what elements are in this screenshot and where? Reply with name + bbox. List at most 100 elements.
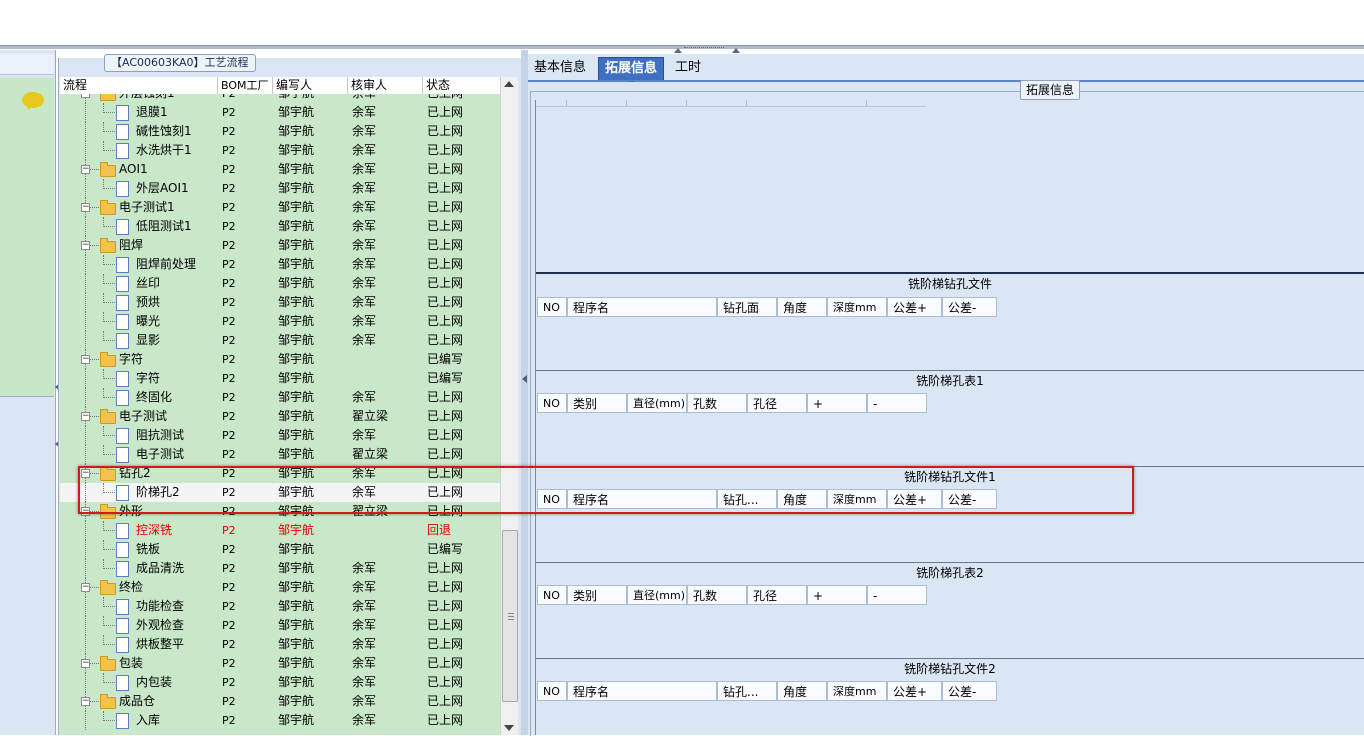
tree-node-folder[interactable]: − 包装 P2 邹宇航 余军 已上网: [60, 654, 500, 673]
grid-header-cell[interactable]: 直径(mm): [627, 585, 687, 605]
grid-header-cell[interactable]: 类别: [567, 585, 627, 605]
grid-header-cell[interactable]: 深度mm: [827, 681, 887, 701]
tree-node-leaf[interactable]: 功能检查 P2 邹宇航 余军 已上网: [60, 597, 500, 616]
col-bom[interactable]: BOM工厂: [217, 77, 271, 94]
document-icon: [116, 428, 129, 444]
grid-header-cell[interactable]: 直径(mm): [627, 393, 687, 413]
process-tree[interactable]: −外层蚀刻1P2邹宇航余军已上网退膜1P2邹宇航余军已上网碱性蚀刻1P2邹宇航余…: [60, 94, 500, 735]
node-writer: 邹宇航: [278, 181, 315, 195]
col-reviewer[interactable]: 核审人: [347, 77, 421, 94]
tab-extended-info[interactable]: 拓展信息: [598, 57, 665, 86]
collapse-node-icon[interactable]: −: [81, 203, 90, 212]
tree-node-leaf[interactable]: 阻抗测试 P2 邹宇航 余军 已上网: [60, 426, 500, 445]
grid-header-cell[interactable]: 孔数: [687, 585, 747, 605]
tree-scroll-thumb[interactable]: [502, 530, 518, 702]
collapse-node-icon[interactable]: −: [81, 94, 90, 98]
grid-header-cell[interactable]: 程序名: [567, 297, 717, 317]
collapse-node-icon[interactable]: −: [81, 165, 90, 174]
tree-node-leaf[interactable]: 预烘 P2 邹宇航 余军 已上网: [60, 293, 500, 312]
collapse-node-icon[interactable]: −: [81, 241, 90, 250]
tree-node-leaf[interactable]: 曝光 P2 邹宇航 余军 已上网: [60, 312, 500, 331]
tree-node-leaf[interactable]: 成品清洗 P2 邹宇航 余军 已上网: [60, 559, 500, 578]
grid-header-cell[interactable]: -: [867, 393, 927, 413]
tree-node-leaf[interactable]: 终固化 P2 邹宇航 余军 已上网: [60, 388, 500, 407]
grid-header-cell[interactable]: NO: [537, 585, 567, 605]
grid-header-cell[interactable]: 公差-: [942, 297, 997, 317]
grid-header-cell[interactable]: NO: [537, 393, 567, 413]
tree-node-leaf[interactable]: 铣板 P2 邹宇航 已编写: [60, 540, 500, 559]
tree-node-folder[interactable]: − 字符 P2 邹宇航 已编写: [60, 350, 500, 369]
node-label: 电子测试: [119, 409, 168, 423]
tree-node-leaf[interactable]: 字符 P2 邹宇航 已编写: [60, 369, 500, 388]
tree-node-leaf[interactable]: 入库 P2 邹宇航 余军 已上网: [60, 711, 500, 730]
col-status[interactable]: 状态: [422, 77, 500, 94]
tree-node-leaf[interactable]: 外观检查 P2 邹宇航 余军 已上网: [60, 616, 500, 635]
node-writer: 邹宇航: [278, 371, 315, 385]
node-reviewer: 余军: [352, 200, 377, 214]
collapse-node-icon[interactable]: −: [81, 659, 90, 668]
collapse-node-icon[interactable]: −: [81, 355, 90, 364]
node-bom: P2: [222, 258, 236, 271]
node-bom: P2: [222, 676, 236, 689]
tab-basic-info[interactable]: 基本信息: [528, 57, 592, 79]
grid-header-cell[interactable]: 公差-: [942, 681, 997, 701]
node-label: 退膜1: [136, 105, 168, 119]
tree-node-leaf[interactable]: 低阻测试1 P2 邹宇航 余军 已上网: [60, 217, 500, 236]
collapse-up-arrow-icon[interactable]: [732, 48, 740, 53]
tree-node-leaf[interactable]: 显影 P2 邹宇航 余军 已上网: [60, 331, 500, 350]
grid-header-cell[interactable]: 孔径: [747, 393, 807, 413]
collapse-node-icon[interactable]: −: [81, 697, 90, 706]
tree-node-leaf[interactable]: 内包装 P2 邹宇航 余军 已上网: [60, 673, 500, 692]
vertical-splitter[interactable]: [521, 50, 528, 735]
collapse-up-arrow-icon[interactable]: [674, 48, 682, 53]
tree-node-folder[interactable]: − 成品仓 P2 邹宇航 余军 已上网: [60, 692, 500, 711]
col-writer[interactable]: 编写人: [272, 77, 346, 94]
top-splitter-bar[interactable]: [0, 45, 1364, 49]
tree-node-folder[interactable]: − 外层蚀刻1 P2 邹宇航 余军 已上网: [60, 94, 500, 103]
tree-node-leaf[interactable]: 碱性蚀刻1 P2 邹宇航 余军 已上网: [60, 122, 500, 141]
scroll-up-icon[interactable]: [504, 81, 514, 87]
scroll-down-icon[interactable]: [504, 725, 514, 731]
grid-header-cell[interactable]: 孔径: [747, 585, 807, 605]
grid-header-cell[interactable]: 深度mm: [827, 297, 887, 317]
grid-header-cell[interactable]: +: [807, 393, 867, 413]
tree-node-leaf[interactable]: 退膜1 P2 邹宇航 余军 已上网: [60, 103, 500, 122]
tree-node-leaf[interactable]: 水洗烘干1 P2 邹宇航 余军 已上网: [60, 141, 500, 160]
document-icon: [116, 143, 129, 159]
grid-header-cell[interactable]: 孔数: [687, 393, 747, 413]
grid-header-cell[interactable]: 公差+: [887, 681, 942, 701]
tree-node-leaf[interactable]: 烘板整平 P2 邹宇航 余军 已上网: [60, 635, 500, 654]
grid-header-cell[interactable]: 公差+: [887, 297, 942, 317]
tree-node-leaf[interactable]: 阻焊前处理 P2 邹宇航 余军 已上网: [60, 255, 500, 274]
tree-node-folder[interactable]: − 电子测试 P2 邹宇航 翟立梁 已上网: [60, 407, 500, 426]
collapse-node-icon[interactable]: −: [81, 583, 90, 592]
node-label: 外观检查: [136, 618, 185, 632]
grid-header-cell[interactable]: NO: [537, 681, 567, 701]
extended-info-scroll-area[interactable]: [535, 100, 1364, 735]
node-label: 预烘: [136, 295, 161, 309]
grid-header-cell[interactable]: -: [867, 585, 927, 605]
splitter-grip[interactable]: [684, 47, 724, 52]
grid-header-cell[interactable]: 类别: [567, 393, 627, 413]
node-writer: 邹宇航: [278, 219, 315, 233]
grid-header-cell[interactable]: 程序名: [567, 681, 717, 701]
node-bom: P2: [222, 619, 236, 632]
col-flow[interactable]: 流程: [60, 77, 216, 94]
tree-node-folder[interactable]: − 终检 P2 邹宇航 余军 已上网: [60, 578, 500, 597]
grid-header-cell[interactable]: 角度: [777, 297, 827, 317]
tree-node-leaf[interactable]: 控深铣 P2 邹宇航 回退: [60, 521, 500, 540]
tree-node-leaf[interactable]: 外层AOI1 P2 邹宇航 余军 已上网: [60, 179, 500, 198]
grid-header-cell[interactable]: 钻孔...: [717, 681, 777, 701]
tree-node-leaf[interactable]: 丝印 P2 邹宇航 余军 已上网: [60, 274, 500, 293]
tree-node-leaf[interactable]: 电子测试 P2 邹宇航 翟立梁 已上网: [60, 445, 500, 464]
grid-header-cell[interactable]: 钻孔面: [717, 297, 777, 317]
tree-node-folder[interactable]: − AOI1 P2 邹宇航 余军 已上网: [60, 160, 500, 179]
grid-header-cell[interactable]: 角度: [777, 681, 827, 701]
tree-node-folder[interactable]: − 电子测试1 P2 邹宇航 余军 已上网: [60, 198, 500, 217]
collapse-node-icon[interactable]: −: [81, 412, 90, 421]
tree-node-folder[interactable]: − 阻焊 P2 邹宇航 余军 已上网: [60, 236, 500, 255]
grid-header-cell[interactable]: +: [807, 585, 867, 605]
grid-header-cell[interactable]: NO: [537, 297, 567, 317]
collapse-left-arrow-icon[interactable]: [522, 375, 527, 383]
tab-work-hours[interactable]: 工时: [669, 57, 707, 79]
